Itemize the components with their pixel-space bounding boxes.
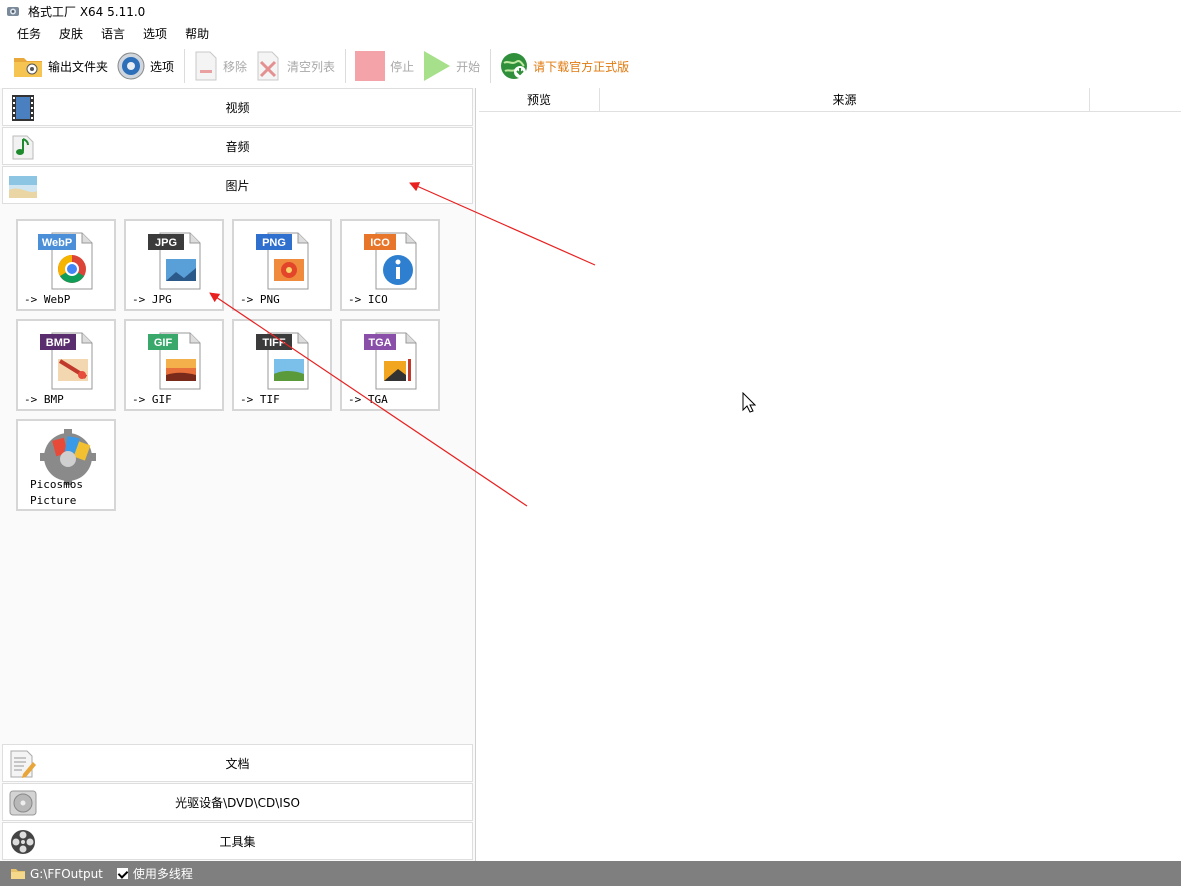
- category-disc-label: 光驱设备\DVD\CD\ISO: [175, 795, 300, 810]
- output-folder-button[interactable]: 输出文件夹: [12, 48, 108, 84]
- bmp-file-icon: BMP: [40, 332, 93, 390]
- category-disc[interactable]: 光驱设备\DVD\CD\ISO: [2, 783, 473, 821]
- menu-bar: 任务 皮肤 语言 选项 帮助: [0, 22, 1181, 44]
- menu-help[interactable]: 帮助: [176, 25, 218, 42]
- clear-list-icon: [257, 51, 279, 81]
- film-icon: [12, 95, 34, 121]
- remove-button[interactable]: 移除: [193, 48, 247, 84]
- svg-text:WebP: WebP: [42, 237, 72, 249]
- task-list-panel: 预览 来源: [479, 88, 1181, 861]
- tiff-file-icon: TIFF: [256, 332, 309, 390]
- tga-file-icon: TGA: [364, 332, 417, 390]
- format-jpg-button[interactable]: JPG -> JPG: [124, 219, 224, 311]
- column-empty: [1090, 88, 1181, 112]
- svg-text:GIF: GIF: [154, 337, 173, 349]
- task-list-header: 预览 来源: [479, 88, 1181, 112]
- format-gif-caption: -> GIF: [132, 393, 172, 406]
- column-preview[interactable]: 预览: [479, 88, 600, 112]
- format-webp-caption: -> WebP: [24, 293, 71, 306]
- category-video-label: 视频: [225, 100, 250, 115]
- multithread-checkbox[interactable]: [116, 868, 128, 879]
- category-toolbox[interactable]: 工具集: [2, 822, 473, 860]
- picosmos-picture-button[interactable]: Picosmos Picture: [16, 419, 116, 511]
- format-tga-button[interactable]: TGA -> TGA: [340, 319, 440, 411]
- ico-file-icon: ICO: [364, 232, 417, 290]
- format-bmp-button[interactable]: BMP -> BMP: [16, 319, 116, 411]
- svg-text:JPG: JPG: [155, 237, 177, 249]
- folder-icon: [14, 58, 42, 77]
- remove-document-icon: [195, 51, 217, 81]
- category-document[interactable]: 文档: [2, 744, 473, 782]
- format-ico-caption: -> ICO: [348, 293, 388, 306]
- svg-text:BMP: BMP: [46, 337, 70, 349]
- webp-file-icon: WebP: [38, 232, 93, 290]
- format-webp-button[interactable]: WebP -> WebP: [16, 219, 116, 311]
- clear-list-button[interactable]: 清空列表: [255, 48, 335, 84]
- png-file-icon: PNG: [256, 232, 309, 290]
- title-bar: 格式工厂 X64 5.11.0: [0, 0, 1181, 22]
- format-bmp-caption: -> BMP: [24, 393, 64, 406]
- menu-options[interactable]: 选项: [134, 25, 176, 42]
- toolbar-separator: [490, 49, 492, 83]
- jpg-file-icon: JPG: [148, 232, 201, 290]
- toolbar: 输出文件夹 选项 移除 清空列表 停止 开始 请下载官方正式版: [0, 44, 1181, 88]
- stop-button[interactable]: 停止: [354, 48, 414, 84]
- document-edit-icon: [10, 750, 36, 778]
- format-png-button[interactable]: PNG -> PNG: [232, 219, 332, 311]
- svg-text:ICO: ICO: [370, 237, 390, 249]
- output-folder-icon: [11, 869, 25, 879]
- category-audio[interactable]: 音频: [2, 127, 473, 165]
- disc-drive-icon: [9, 790, 37, 816]
- column-source[interactable]: 来源: [600, 88, 1090, 112]
- format-factory-icon: [7, 7, 19, 16]
- status-bar: G:\FFOutput 使用多线程: [0, 861, 1181, 886]
- category-picture-label: 图片: [225, 178, 250, 193]
- format-tif-button[interactable]: TIFF -> TIF: [232, 319, 332, 411]
- toolbar-separator: [345, 49, 347, 83]
- gear-icon: [117, 52, 145, 80]
- globe-download-icon: [501, 53, 528, 79]
- stop-icon: [355, 51, 386, 81]
- picosmos-caption: Picosmos Picture: [30, 478, 83, 507]
- format-tif-caption: -> TIF: [240, 393, 280, 406]
- menu-task[interactable]: 任务: [8, 25, 50, 42]
- gif-file-icon: GIF: [148, 332, 201, 390]
- format-ico-button[interactable]: ICO -> ICO: [340, 219, 440, 311]
- toolbox-reel-icon: [11, 830, 35, 854]
- format-jpg-caption: -> JPG: [132, 293, 172, 306]
- start-button[interactable]: 开始: [422, 48, 480, 84]
- mouse-cursor-icon: [742, 392, 756, 413]
- menu-language[interactable]: 语言: [92, 25, 134, 42]
- output-path[interactable]: G:\FFOutput: [30, 867, 103, 881]
- category-document-label: 文档: [225, 756, 250, 771]
- play-icon: [424, 51, 451, 81]
- window-title: 格式工厂 X64 5.11.0: [28, 4, 146, 19]
- toolbar-separator: [184, 49, 186, 83]
- picture-icon: [9, 176, 37, 198]
- music-note-icon: [12, 135, 34, 160]
- menu-skin[interactable]: 皮肤: [50, 25, 92, 42]
- category-video[interactable]: 视频: [2, 88, 473, 126]
- category-panel: 视频 音频 图片 WebP -> WebP JPG -> JPG PNG -> …: [0, 88, 476, 861]
- multithread-label: 使用多线程: [132, 867, 193, 881]
- format-tga-caption: -> TGA: [348, 393, 388, 406]
- format-png-caption: -> PNG: [240, 293, 280, 306]
- svg-text:TGA: TGA: [368, 337, 391, 349]
- category-audio-label: 音频: [225, 139, 250, 154]
- format-gif-button[interactable]: GIF -> GIF: [124, 319, 224, 411]
- app-window: 格式工厂 X64 5.11.0 任务 皮肤 语言 选项 帮助 输出文件夹 选项 …: [0, 0, 1181, 886]
- category-picture[interactable]: 图片: [2, 166, 473, 204]
- category-toolbox-label: 工具集: [219, 834, 256, 849]
- svg-text:TIFF: TIFF: [262, 337, 285, 349]
- download-official-button[interactable]: 请下载官方正式版: [499, 48, 629, 84]
- options-button[interactable]: 选项: [116, 48, 174, 84]
- svg-text:PNG: PNG: [262, 237, 286, 249]
